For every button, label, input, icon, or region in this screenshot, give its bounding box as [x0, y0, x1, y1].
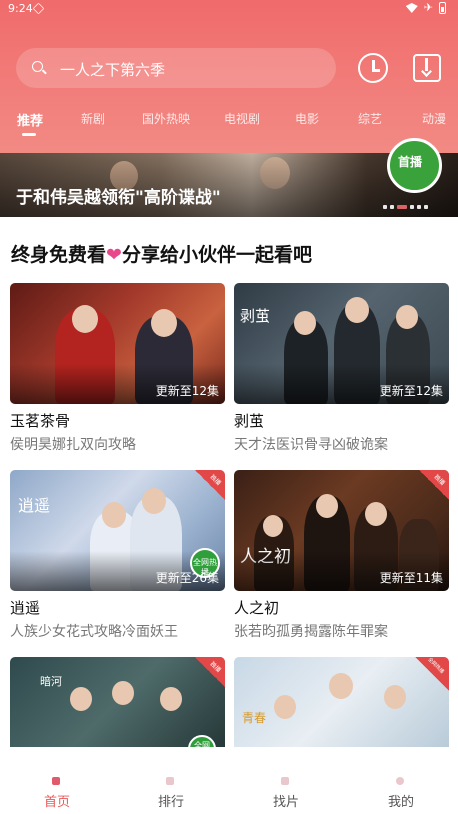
show-card[interactable]: 青春 全网热播 — [234, 657, 449, 747]
history-icon[interactable] — [358, 53, 388, 83]
show-poster[interactable]: 暗河 独播 全网 — [10, 657, 225, 747]
show-subtitle: 侯明昊娜扎双向攻略 — [10, 437, 136, 453]
tab-new-drama[interactable]: 新剧 — [81, 110, 105, 127]
tab-anime[interactable]: 动漫 — [422, 110, 446, 127]
battery-icon — [439, 2, 446, 14]
nav-ranking[interactable]: 排行 — [114, 747, 228, 814]
airplane-icon: ✈ — [423, 1, 433, 14]
download-icon[interactable] — [413, 54, 441, 82]
show-subtitle: 人族少女花式攻略冷面妖王 — [10, 624, 178, 640]
pagination-dot — [383, 205, 387, 209]
banner-pagination — [383, 205, 428, 209]
show-title: 剥茧 — [234, 412, 265, 430]
premiere-badge: 首播 — [387, 138, 442, 193]
pagination-dot — [390, 205, 394, 209]
poster-title-text: 暗河 — [40, 675, 62, 688]
bottom-navigation: 首页 排行 找片 我的 — [0, 747, 458, 814]
tab-movie[interactable]: 电影 — [295, 110, 319, 127]
status-indicators: ✈ — [405, 1, 446, 14]
episode-count: 更新至26集 — [155, 571, 219, 585]
app-notification-icon — [32, 2, 45, 15]
hot-corner-badge: 全网热播 — [415, 657, 449, 691]
ranking-icon — [166, 777, 174, 785]
nav-profile-label: 我的 — [387, 795, 414, 810]
discover-icon — [281, 777, 289, 785]
nav-discover[interactable]: 找片 — [229, 747, 343, 814]
show-poster[interactable]: 剥茧 更新至12集 — [234, 283, 449, 404]
nav-home[interactable]: 首页 — [0, 747, 114, 814]
exclusive-corner-badge: 独播 — [195, 470, 225, 500]
status-time: 9:24 — [8, 2, 33, 15]
corner-badge-text: 全网热播 — [426, 657, 445, 676]
episode-count: 更新至12集 — [155, 384, 219, 398]
search-bar[interactable]: 一人之下第六季 — [16, 48, 336, 88]
tab-recommend[interactable]: 推荐 — [17, 110, 43, 129]
tab-foreign[interactable]: 国外热映 — [142, 110, 190, 127]
corner-badge-text: 独播 — [208, 660, 223, 674]
nav-profile[interactable]: 我的 — [344, 747, 458, 814]
search-placeholder: 一人之下第六季 — [60, 61, 166, 79]
status-bar: 9:24 ✈ — [0, 0, 458, 18]
show-card[interactable]: 剥茧 更新至12集 剥茧 天才法医识骨寻凶破诡案 — [234, 283, 449, 454]
tab-tv[interactable]: 电视剧 — [224, 110, 260, 127]
nav-ranking-label: 排行 — [157, 795, 184, 810]
search-icon — [32, 61, 43, 72]
nav-home-label: 首页 — [43, 795, 70, 810]
promo-text-1: 终身免费看 — [11, 244, 107, 266]
show-subtitle: 天才法医识骨寻凶破诡案 — [234, 437, 388, 453]
exclusive-corner-badge: 独播 — [419, 470, 449, 500]
heart-icon: ❤ — [106, 244, 122, 266]
nav-discover-label: 找片 — [272, 795, 299, 810]
corner-badge-text: 独播 — [208, 473, 223, 487]
poster-title-text: 剥茧 — [240, 307, 271, 325]
premiere-badge-text: 首播 — [398, 155, 423, 169]
show-card[interactable]: 人之初 独播 更新至11集 人之初 张若昀孤勇揭露陈年罪案 — [234, 470, 449, 641]
show-subtitle: 张若昀孤勇揭露陈年罪案 — [234, 624, 388, 640]
category-tabs: 推荐 新剧 国外热映 电视剧 电影 综艺 动漫 — [0, 110, 458, 138]
pagination-dot — [410, 205, 414, 209]
show-card[interactable]: 暗河 独播 全网 — [10, 657, 225, 747]
show-poster[interactable]: 更新至12集 — [10, 283, 225, 404]
show-card[interactable]: 更新至12集 玉茗茶骨 侯明昊娜扎双向攻略 — [10, 283, 225, 454]
wifi-icon — [405, 3, 418, 13]
promo-text-2: 分享给小伙伴一起看吧 — [121, 244, 312, 266]
show-poster[interactable]: 人之初 独播 更新至11集 — [234, 470, 449, 591]
pagination-dot-active — [397, 205, 407, 209]
pagination-dot — [417, 205, 421, 209]
pagination-dot — [424, 205, 428, 209]
show-title: 玉茗茶骨 — [10, 412, 71, 430]
show-poster[interactable]: 逍遥 独播 全网热播 更新至26集 — [10, 470, 225, 591]
show-title: 逍遥 — [10, 599, 41, 617]
poster-title-text: 青春 — [242, 711, 267, 725]
active-tab-indicator — [22, 133, 36, 136]
exclusive-corner-badge: 独播 — [195, 657, 225, 687]
hot-sticker: 全网 — [188, 735, 216, 747]
corner-badge-text: 独播 — [432, 473, 447, 487]
top-header: 9:24 ✈ 一人之下第六季 推荐 新剧 国外热映 电视剧 电影 综艺 动漫 — [0, 0, 458, 153]
episode-count: 更新至12集 — [379, 384, 443, 398]
home-icon — [52, 777, 60, 785]
banner-title: 于和伟吴越领衔"高阶谍战" — [16, 188, 221, 208]
show-card[interactable]: 逍遥 独播 全网热播 更新至26集 逍遥 人族少女花式攻略冷面妖王 — [10, 470, 225, 641]
episode-count: 更新至11集 — [379, 571, 443, 585]
promo-heading: 终身免费看❤分享给小伙伴一起看吧 — [11, 240, 312, 267]
show-title: 人之初 — [234, 599, 280, 617]
profile-icon — [396, 777, 404, 785]
show-poster[interactable]: 青春 全网热播 — [234, 657, 449, 747]
tab-variety[interactable]: 综艺 — [358, 110, 382, 127]
poster-title-text: 逍遥 — [18, 496, 51, 515]
